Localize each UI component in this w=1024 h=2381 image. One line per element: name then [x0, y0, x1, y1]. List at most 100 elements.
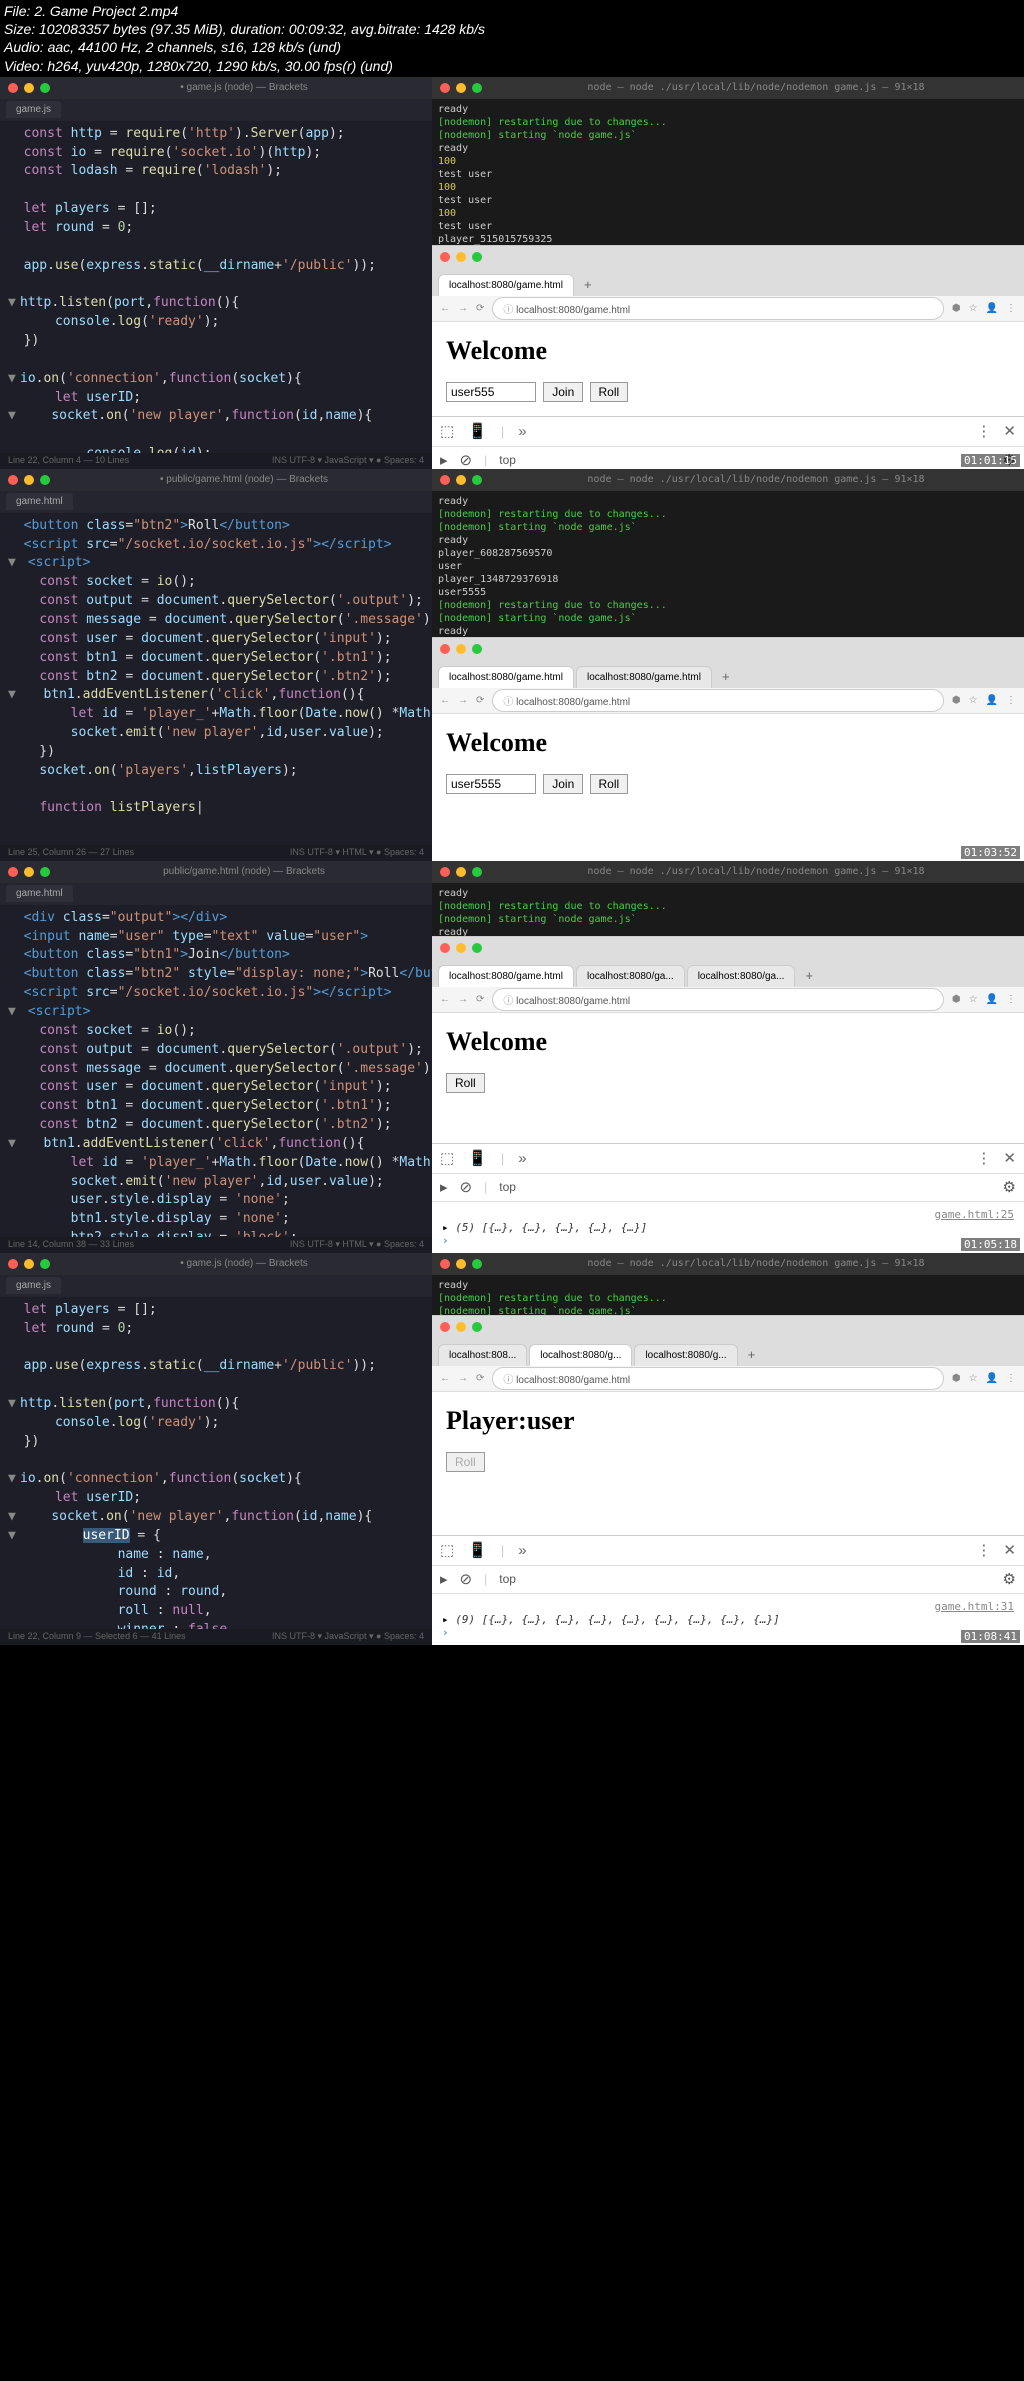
code-area[interactable]: <div class="output"></div> <input name="… — [0, 905, 432, 1237]
console-output[interactable]: game.html:31 ▸ (9) [{…}, {…}, {…}, {…}, … — [432, 1594, 1024, 1645]
inspect-icon[interactable]: ⬚ — [440, 1149, 454, 1167]
gear-icon[interactable]: ⚙ — [1003, 1570, 1016, 1588]
maximize-icon[interactable] — [472, 1322, 482, 1332]
forward-icon[interactable]: → — [458, 695, 468, 706]
terminal[interactable]: node — node ./usr/local/lib/node/nodemon… — [432, 77, 1024, 245]
back-icon[interactable]: ← — [440, 695, 450, 706]
console-prompt[interactable]: › — [442, 1626, 1014, 1639]
editor-tab[interactable]: game.js — [6, 101, 61, 118]
star-icon[interactable]: ☆ — [969, 994, 978, 1005]
address-input[interactable]: ⓘ localhost:8080/game.html — [492, 689, 943, 712]
maximize-icon[interactable] — [40, 475, 50, 485]
star-icon[interactable]: ☆ — [969, 695, 978, 706]
maximize-icon[interactable] — [472, 252, 482, 262]
new-tab-icon[interactable]: + — [714, 665, 738, 688]
minimize-icon[interactable] — [456, 475, 466, 485]
minimize-icon[interactable] — [456, 83, 466, 93]
star-icon[interactable]: ☆ — [969, 1373, 978, 1384]
minimize-icon[interactable] — [456, 943, 466, 953]
more-tabs-icon[interactable]: » — [518, 423, 526, 440]
forward-icon[interactable]: → — [458, 994, 468, 1005]
extension-icon[interactable]: ⬢ — [952, 303, 961, 314]
back-icon[interactable]: ← — [440, 994, 450, 1005]
editor-tab[interactable]: game.html — [6, 493, 73, 510]
maximize-icon[interactable] — [40, 1259, 50, 1269]
terminal[interactable]: node — node ./usr/local/lib/node/nodemon… — [432, 469, 1024, 637]
clear-icon[interactable]: ⊘ — [460, 1570, 473, 1588]
browser-tab[interactable]: localhost:8080/ga... — [687, 965, 796, 987]
device-icon[interactable]: 📱 — [468, 1149, 487, 1167]
terminal[interactable]: node — node ./usr/local/lib/node/nodemon… — [432, 861, 1024, 936]
browser-tab[interactable]: localhost:808... — [438, 1344, 527, 1366]
close-icon[interactable] — [8, 475, 18, 485]
close-icon[interactable] — [8, 867, 18, 877]
close-icon[interactable] — [440, 1259, 450, 1269]
console-output[interactable]: game.html:25 ▸ (5) [{…}, {…}, {…}, {…}, … — [432, 1202, 1024, 1253]
close-icon[interactable] — [440, 252, 450, 262]
minimize-icon[interactable] — [456, 252, 466, 262]
close-icon[interactable] — [8, 1259, 18, 1269]
code-area[interactable]: let players = []; let round = 0; app.use… — [0, 1297, 432, 1629]
console-toggle-icon[interactable]: ▸ — [440, 451, 448, 469]
reload-icon[interactable]: ⟳ — [476, 695, 484, 706]
browser-tab[interactable]: localhost:8080/ga... — [576, 965, 685, 987]
reload-icon[interactable]: ⟳ — [476, 1373, 484, 1384]
browser-tab[interactable]: localhost:8080/game.html — [438, 965, 574, 987]
code-area[interactable]: const http = require('http').Server(app)… — [0, 121, 432, 453]
minimize-icon[interactable] — [456, 867, 466, 877]
minimize-icon[interactable] — [24, 1259, 34, 1269]
browser-tab[interactable]: localhost:8080/game.html — [438, 666, 574, 688]
close-icon[interactable] — [440, 83, 450, 93]
join-button[interactable]: Join — [543, 382, 583, 402]
extension-icon[interactable]: ⬢ — [952, 1373, 961, 1384]
reload-icon[interactable]: ⟳ — [476, 303, 484, 314]
browser-tab[interactable]: localhost:8080/game.html — [576, 666, 712, 688]
device-icon[interactable]: 📱 — [468, 1541, 487, 1559]
username-input[interactable] — [446, 774, 536, 794]
profile-icon[interactable]: 👤 — [986, 994, 998, 1005]
profile-icon[interactable]: 👤 — [986, 695, 998, 706]
maximize-icon[interactable] — [40, 83, 50, 93]
close-devtools-icon[interactable]: ✕ — [1003, 1149, 1016, 1167]
maximize-icon[interactable] — [472, 83, 482, 93]
console-toggle-icon[interactable]: ▸ — [440, 1178, 448, 1196]
console-prompt[interactable]: › — [442, 1234, 1014, 1247]
source-link[interactable]: game.html:25 — [935, 1208, 1014, 1221]
inspect-icon[interactable]: ⬚ — [440, 422, 454, 440]
gear-icon[interactable]: ⚙ — [1003, 1178, 1016, 1196]
menu-icon[interactable]: ⋮ — [1006, 994, 1016, 1005]
context-selector[interactable]: top — [499, 1572, 516, 1586]
close-icon[interactable] — [440, 1322, 450, 1332]
editor-tab[interactable]: game.js — [6, 1277, 61, 1294]
device-icon[interactable]: 📱 — [468, 422, 487, 440]
clear-icon[interactable]: ⊘ — [460, 451, 473, 469]
browser-tab[interactable]: localhost:8080/game.html — [438, 274, 574, 296]
new-tab-icon[interactable]: + — [740, 1343, 764, 1366]
close-icon[interactable] — [440, 475, 450, 485]
profile-icon[interactable]: 👤 — [986, 303, 998, 314]
kebab-icon[interactable]: ⋮ — [976, 422, 991, 440]
maximize-icon[interactable] — [40, 867, 50, 877]
maximize-icon[interactable] — [472, 1259, 482, 1269]
kebab-icon[interactable]: ⋮ — [976, 1541, 991, 1559]
minimize-icon[interactable] — [24, 867, 34, 877]
close-devtools-icon[interactable]: ✕ — [1003, 422, 1016, 440]
terminal[interactable]: node — node ./usr/local/lib/node/nodemon… — [432, 1253, 1024, 1315]
forward-icon[interactable]: → — [458, 1373, 468, 1384]
context-selector[interactable]: top — [499, 1180, 516, 1194]
join-button[interactable]: Join — [543, 774, 583, 794]
maximize-icon[interactable] — [472, 644, 482, 654]
roll-button[interactable]: Roll — [446, 1452, 485, 1472]
new-tab-icon[interactable]: + — [576, 273, 600, 296]
minimize-icon[interactable] — [456, 1322, 466, 1332]
more-tabs-icon[interactable]: » — [518, 1150, 526, 1167]
minimize-icon[interactable] — [456, 644, 466, 654]
more-tabs-icon[interactable]: » — [518, 1542, 526, 1559]
star-icon[interactable]: ☆ — [969, 303, 978, 314]
menu-icon[interactable]: ⋮ — [1006, 695, 1016, 706]
minimize-icon[interactable] — [24, 475, 34, 485]
close-icon[interactable] — [8, 83, 18, 93]
new-tab-icon[interactable]: + — [797, 964, 821, 987]
console-toggle-icon[interactable]: ▸ — [440, 1570, 448, 1588]
roll-button[interactable]: Roll — [590, 382, 629, 402]
